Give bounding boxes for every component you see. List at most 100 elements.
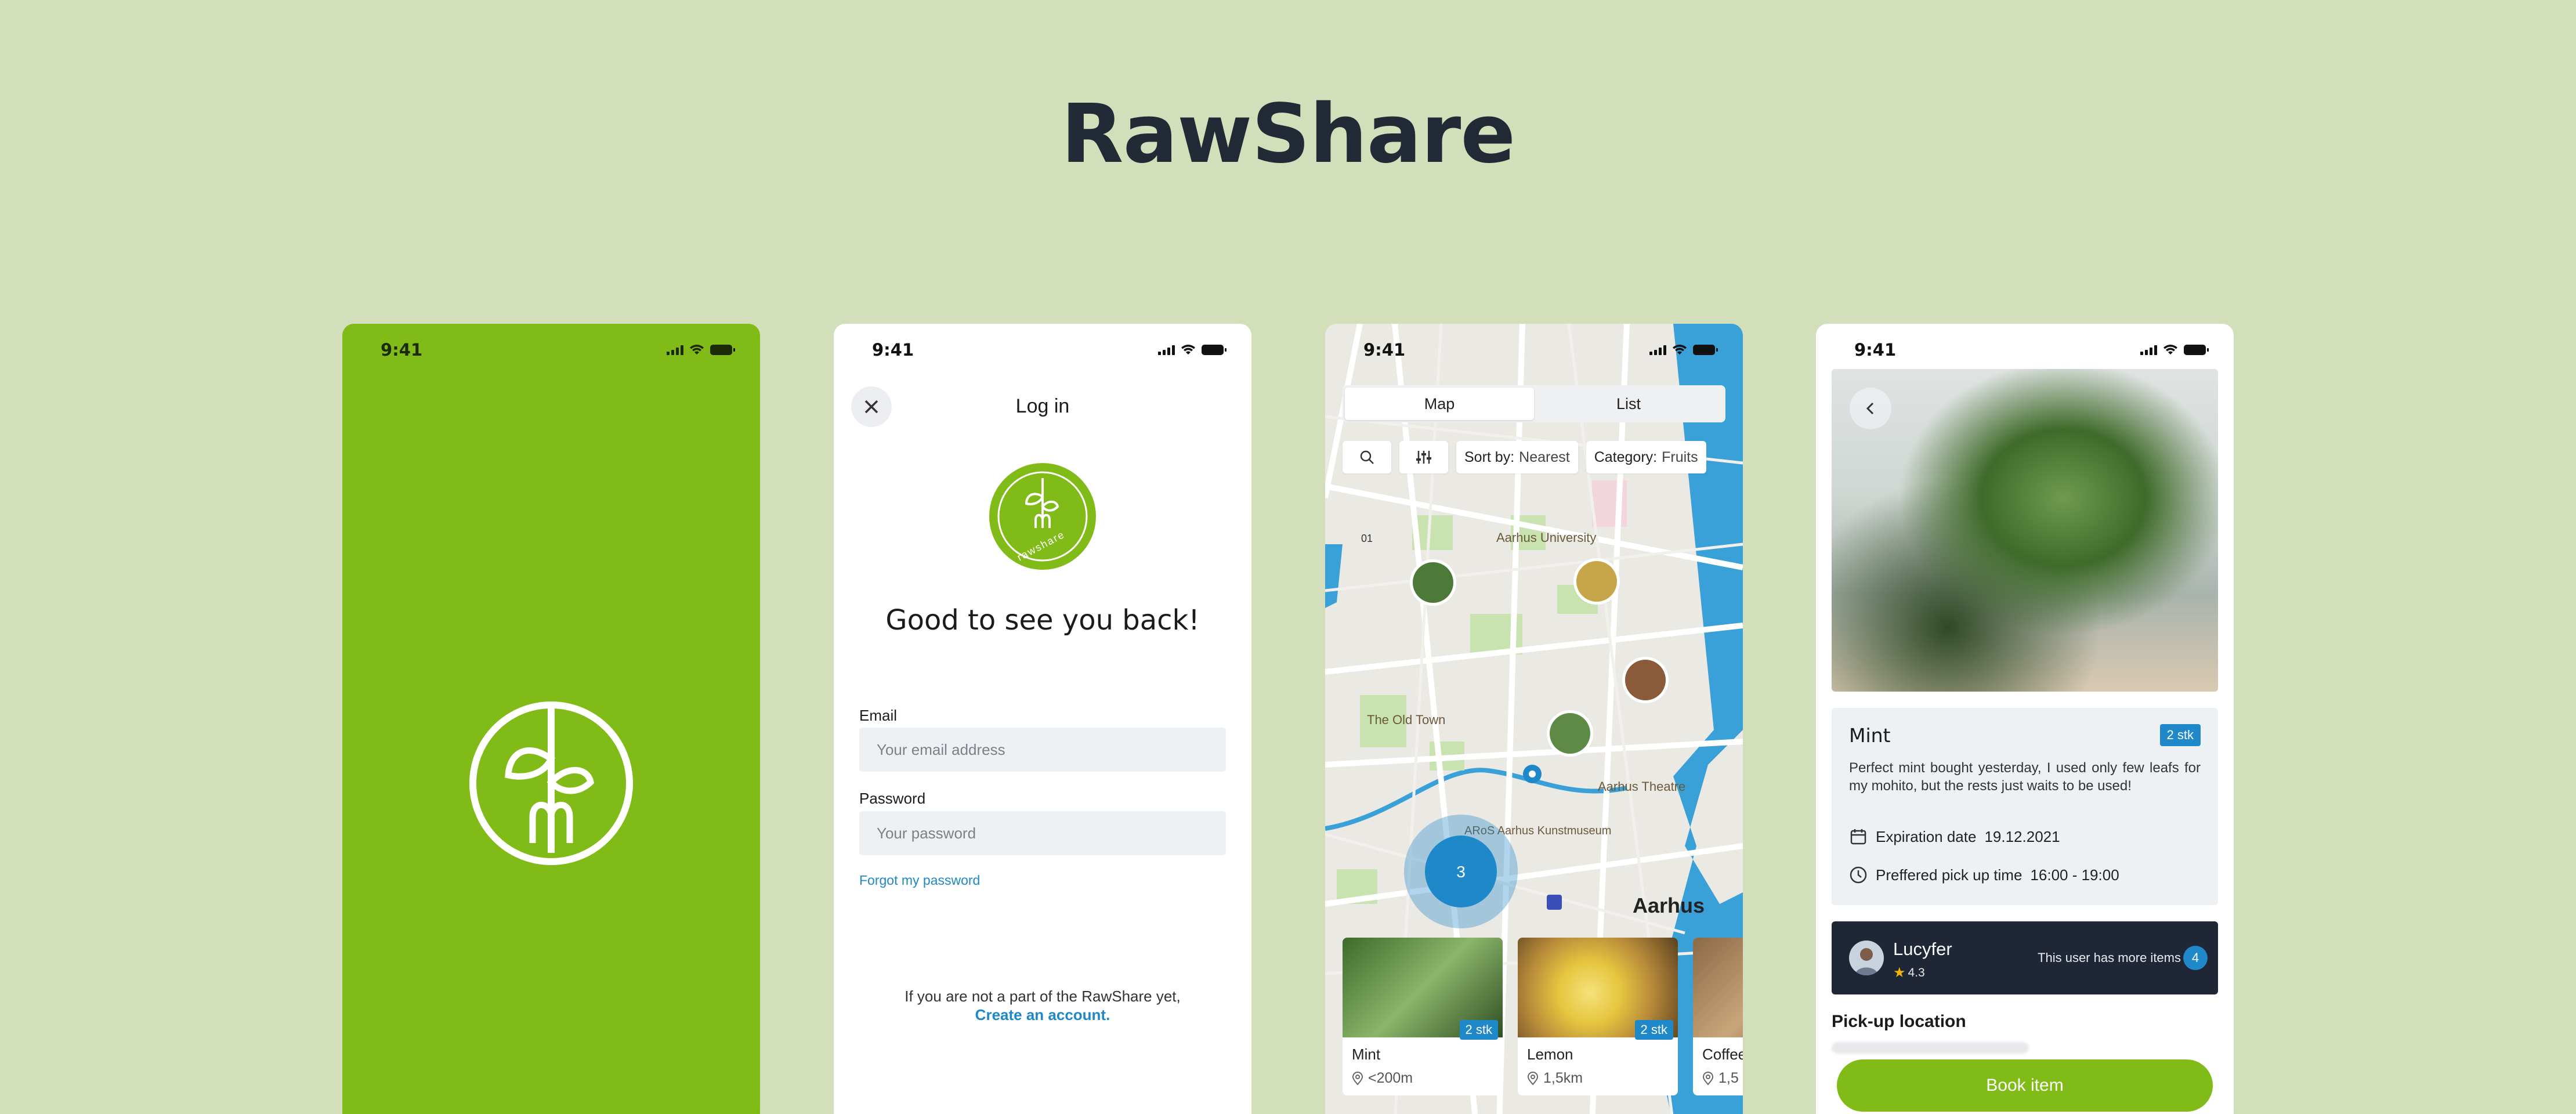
- location-pin-icon: [1352, 1071, 1363, 1086]
- map-label-route: 01: [1361, 533, 1373, 544]
- item-image: [1693, 938, 1743, 1037]
- item-description: Perfect mint bought yesterday, I used on…: [1849, 760, 2201, 794]
- chevron-left-icon: [1866, 402, 1874, 415]
- status-time: 9:41: [1363, 340, 1406, 360]
- category-dropdown[interactable]: Category: Fruits: [1586, 441, 1706, 473]
- distance-value: <200m: [1368, 1070, 1413, 1086]
- map-label-aarhus: Aarhus: [1633, 894, 1705, 917]
- map-pin-plant[interactable]: [1547, 710, 1593, 757]
- tab-map[interactable]: Map: [1345, 388, 1534, 420]
- password-field[interactable]: [859, 811, 1226, 855]
- clock-icon: [1850, 866, 1867, 884]
- quantity-badge: 2 stk: [2159, 724, 2201, 746]
- item-name: Mint: [1352, 1046, 1381, 1063]
- signal-icon: [1649, 345, 1666, 355]
- battery-icon: [710, 345, 735, 355]
- battery-icon: [1202, 345, 1227, 355]
- wifi-icon: [2163, 345, 2177, 355]
- cluster-count: 3: [1456, 863, 1466, 881]
- pickup-location-heading: Pick-up location: [1832, 1012, 1966, 1031]
- rating-value: 4.3: [1908, 965, 1925, 979]
- status-time: 9:41: [1854, 340, 1897, 360]
- sort-dropdown[interactable]: Sort by: Nearest: [1456, 441, 1578, 473]
- map-pin-lemon[interactable]: [1573, 558, 1620, 605]
- forgot-password-link[interactable]: Forgot my password: [859, 873, 980, 888]
- pickup-time-value: 16:00 - 19:00: [2030, 866, 2119, 884]
- calendar-icon: [1850, 829, 1866, 845]
- page-title: RawShare: [1061, 87, 1516, 182]
- battery-icon: [2184, 345, 2209, 355]
- item-card[interactable]: 2 stk Mint <200m: [1343, 938, 1503, 1095]
- location-pin-icon: [1702, 1071, 1714, 1086]
- item-title: Mint: [1849, 724, 1891, 747]
- item-distance: <200m: [1352, 1070, 1413, 1087]
- status-time: 9:41: [381, 340, 423, 360]
- status-bar: 9:41: [1325, 324, 1743, 376]
- owner-rating: ★ 4.3: [1893, 964, 1925, 981]
- item-name: Lemon: [1527, 1046, 1573, 1063]
- item-distance: 1,5km: [1527, 1070, 1583, 1087]
- email-label: Email: [859, 707, 898, 724]
- transit-icon: [1547, 895, 1562, 910]
- tab-list[interactable]: List: [1534, 388, 1723, 420]
- item-card[interactable]: Coffee 1,5: [1693, 938, 1743, 1095]
- sliders-icon: [1416, 451, 1431, 464]
- rawshare-round-logo-icon: rawshare: [989, 463, 1096, 570]
- map-label-university: Aarhus University: [1496, 530, 1596, 545]
- status-bar: 9:41: [834, 324, 1251, 376]
- avatar: [1849, 941, 1884, 975]
- login-screen: 9:41 Log in rawshare Good to see you bac…: [834, 324, 1251, 1114]
- map-label-theatre: Aarhus Theatre: [1598, 779, 1685, 794]
- create-account-link[interactable]: Create an account.: [834, 1006, 1251, 1024]
- expiration-value: 19.12.2021: [1984, 827, 2060, 845]
- owner-name: Lucyfer: [1893, 939, 1952, 959]
- password-label: Password: [859, 790, 926, 807]
- status-bar: 9:41: [342, 324, 760, 376]
- distance-value: 1,5: [1718, 1070, 1739, 1086]
- expiration-label: Expiration date: [1876, 827, 1977, 845]
- map-screen: 01 Aarhus University The Old Town Aarhus…: [1325, 324, 1743, 1114]
- book-item-button[interactable]: Book item: [1837, 1059, 2213, 1112]
- filter-bar: Sort by: Nearest Category: Fruits: [1343, 441, 1706, 473]
- pickup-time-row: Preffered pick up time 16:00 - 19:00: [1849, 866, 2119, 884]
- more-items-count: 4: [2183, 946, 2208, 970]
- owner-card[interactable]: Lucyfer ★ 4.3 This user has more items 4: [1832, 921, 2218, 994]
- search-icon: [1360, 450, 1374, 464]
- category-value: Fruits: [1662, 449, 1698, 465]
- email-field[interactable]: [859, 728, 1226, 772]
- item-detail-screen: 9:41 Mint 2 stk Perfect mint bought yest…: [1816, 324, 2234, 1114]
- signal-icon: [667, 345, 683, 355]
- pickup-time-label: Preffered pick up time: [1876, 866, 2023, 884]
- screen-header: Log in: [1015, 395, 1070, 417]
- filter-button[interactable]: [1399, 441, 1448, 473]
- status-bar: 9:41: [1816, 324, 2234, 376]
- quantity-badge: 2 stk: [1634, 1020, 1673, 1040]
- greeting-title: Good to see you back!: [885, 604, 1200, 636]
- wifi-icon: [1673, 345, 1687, 355]
- blurred-address: [1832, 1042, 2029, 1054]
- back-button[interactable]: [1850, 388, 1891, 429]
- item-name: Coffee: [1702, 1046, 1743, 1063]
- current-location-pin: [1523, 765, 1542, 783]
- status-icons: [1649, 344, 1718, 356]
- map-pin-coffee[interactable]: [1622, 657, 1669, 703]
- signup-prompt: If you are not a part of the RawShare ye…: [905, 988, 1181, 1005]
- search-button[interactable]: [1343, 441, 1391, 473]
- status-icons: [667, 344, 735, 356]
- wifi-icon: [1181, 345, 1195, 355]
- splash-screen: 9:41: [342, 324, 760, 1114]
- distance-value: 1,5km: [1543, 1070, 1583, 1086]
- item-info-card: Mint 2 stk Perfect mint bought yesterday…: [1832, 708, 2218, 905]
- location-pin-icon: [1527, 1071, 1539, 1086]
- category-label: Category:: [1594, 449, 1658, 465]
- battery-icon: [1693, 345, 1718, 355]
- more-items-text: This user has more items: [2038, 950, 2181, 965]
- signal-icon: [1158, 345, 1175, 355]
- map-pin-mint[interactable]: [1410, 559, 1456, 606]
- status-icons: [1158, 344, 1227, 356]
- item-carousel: 2 stk Mint <200m 2 stk Lemon 1,5km Coffe…: [1343, 938, 1743, 1095]
- rawshare-logo-icon: [469, 701, 633, 865]
- map-cluster[interactable]: 3: [1404, 815, 1518, 928]
- star-icon: ★: [1893, 965, 1906, 981]
- item-card[interactable]: 2 stk Lemon 1,5km: [1518, 938, 1678, 1095]
